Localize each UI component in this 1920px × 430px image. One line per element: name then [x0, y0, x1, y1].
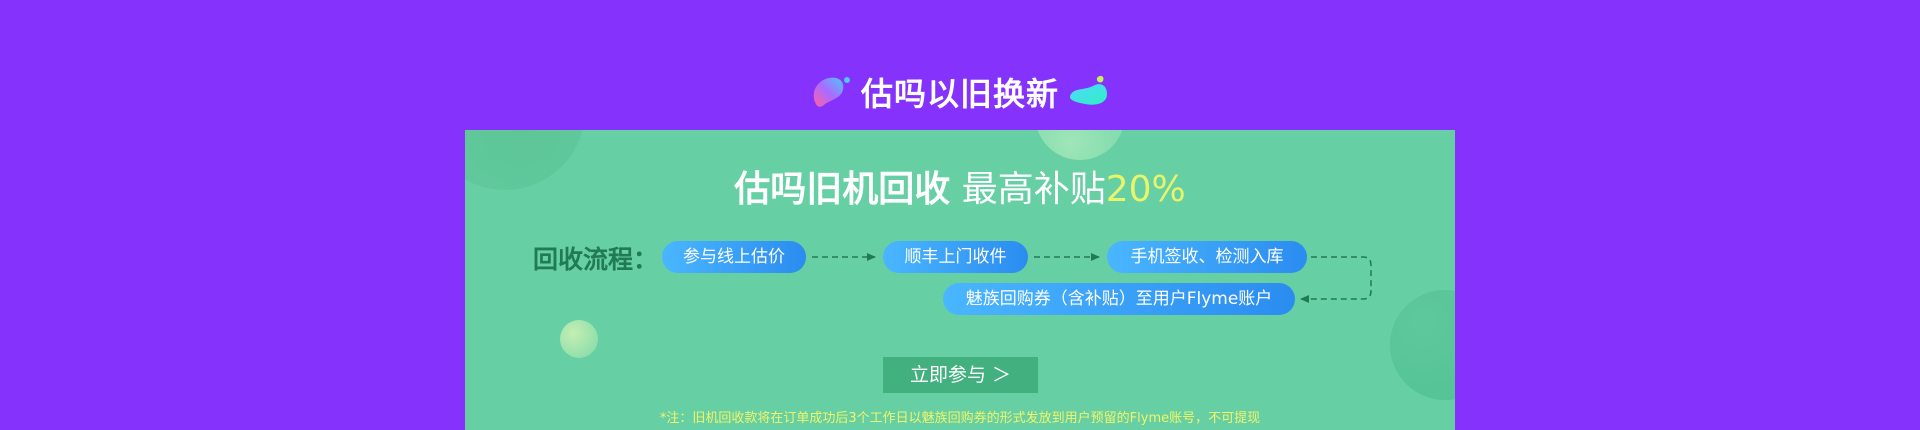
join-now-button[interactable]: 立即参与 ＞	[883, 357, 1038, 393]
section-header: 估吗以旧换新	[0, 66, 1920, 118]
flow-step-3: 手机签收、检测入库	[1107, 241, 1307, 273]
recycle-banner: 估吗旧机回收 最高补贴20% 回收流程： 参与线上估价 顺丰上门收件 手机签收、…	[465, 130, 1455, 430]
flow-step-2: 顺丰上门收件	[883, 241, 1028, 273]
footnote: *注：旧机回收款将在订单成功后3个工作日以魅族回购券的形式发放到用户预留的Fly…	[659, 411, 1261, 426]
gradient-blob-icon	[813, 77, 850, 107]
gradient-blob-icon	[1069, 75, 1107, 105]
dashed-arrow-icon	[1300, 256, 1372, 303]
section-title: 估吗以旧换新	[860, 75, 1059, 113]
flow-step-1: 参与线上估价	[662, 241, 806, 273]
flow-step-4: 魅族回购券（含补贴）至用户Flyme账户	[943, 283, 1295, 315]
